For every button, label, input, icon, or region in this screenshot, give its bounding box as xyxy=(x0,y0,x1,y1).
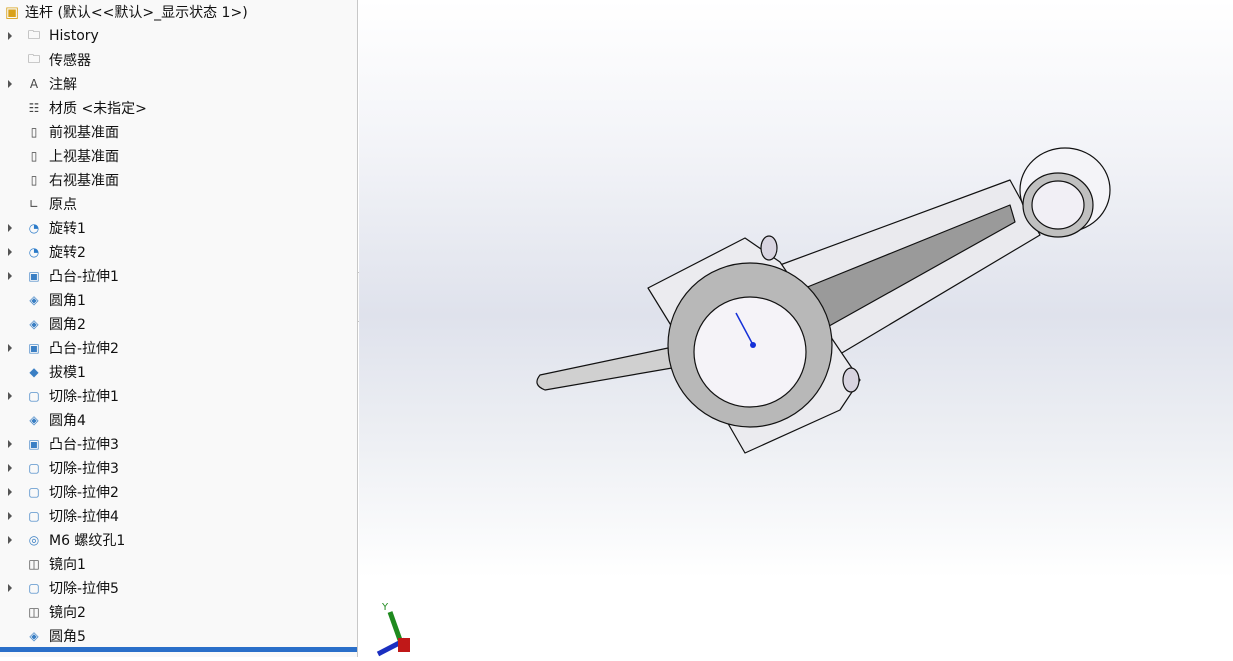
tree-item-label: M6 螺纹孔1 xyxy=(49,533,126,549)
tree-item-label: 圆角4 xyxy=(49,413,86,429)
tree-item-label: 切除-拉伸2 xyxy=(49,485,119,501)
boss-extrude-icon: ▣ xyxy=(28,341,40,355)
plane-icon: ▯ xyxy=(30,173,38,187)
cut-extrude-icon: ▢ xyxy=(28,389,40,403)
expand-arrow-icon[interactable] xyxy=(8,584,12,592)
mirror-icon: ◫ xyxy=(28,557,40,571)
expand-arrow-icon[interactable] xyxy=(8,344,12,352)
tree-item-label: 切除-拉伸5 xyxy=(49,581,119,597)
annotation-folder-icon: A xyxy=(29,77,39,91)
tree-item-label: 原点 xyxy=(49,197,77,213)
fillet-icon: ◈ xyxy=(29,293,39,307)
tree-item-label: 注解 xyxy=(49,77,77,93)
view-triad: Y xyxy=(376,602,410,657)
tree-item-label: 切除-拉伸1 xyxy=(49,389,119,405)
expand-arrow-icon[interactable] xyxy=(8,224,12,232)
expand-arrow-icon[interactable] xyxy=(8,488,12,496)
tree-item-label: 上视基准面 xyxy=(49,149,119,165)
cut-extrude-icon: ▢ xyxy=(28,509,40,523)
expand-arrow-icon[interactable] xyxy=(8,440,12,448)
revolve-icon: ◔ xyxy=(28,245,40,259)
boss-extrude-icon: ▣ xyxy=(28,269,40,283)
tree-item-label: 凸台-拉伸2 xyxy=(49,341,119,357)
plane-icon: ▯ xyxy=(30,125,38,139)
material-icon: ☷ xyxy=(28,101,40,115)
expand-arrow-icon[interactable] xyxy=(8,512,12,520)
history-folder-icon: 🗀 xyxy=(27,27,40,42)
cut-extrude-icon: ▢ xyxy=(28,485,40,499)
sensor-folder-icon: 🗀 xyxy=(27,51,40,66)
graphics-viewport[interactable]: Y xyxy=(359,0,1233,657)
tree-item-label: 切除-拉伸4 xyxy=(49,509,119,525)
expand-arrow-icon[interactable] xyxy=(8,536,12,544)
tree-item-label: 旋转1 xyxy=(49,221,86,237)
fillet-icon: ◈ xyxy=(29,413,39,427)
rod-tail xyxy=(536,347,673,391)
part-icon: ▣ xyxy=(4,3,20,21)
tree-item-label: 凸台-拉伸3 xyxy=(49,437,119,453)
tree-item-label: 传感器 xyxy=(49,53,91,69)
tree-item-label: 旋转2 xyxy=(49,245,86,261)
tree-item-label: 材质 <未指定> xyxy=(49,101,147,117)
fillet-icon: ◈ xyxy=(29,629,39,643)
draft-icon: ◆ xyxy=(29,365,39,379)
part-title: 连杆 (默认<<默认>_显示状态 1>) xyxy=(25,5,248,21)
tree-item-label: 圆角5 xyxy=(49,629,86,645)
expand-arrow-icon[interactable] xyxy=(8,464,12,472)
expand-arrow-icon[interactable] xyxy=(8,32,12,40)
tree-item-label: 前视基准面 xyxy=(49,125,119,141)
tree-item-label: 圆角1 xyxy=(49,293,86,309)
hole-wizard-icon: ◎ xyxy=(28,533,40,547)
tree-item-label: 切除-拉伸3 xyxy=(49,461,119,477)
triad-y-label: Y xyxy=(381,602,389,613)
tree-item-label: 拔模1 xyxy=(49,365,86,381)
tree-item-label: 右视基准面 xyxy=(49,173,119,189)
tree-item-label: 镜向2 xyxy=(49,605,86,621)
tree-item-label: 镜向1 xyxy=(49,557,86,573)
tree-item-label: 凸台-拉伸1 xyxy=(49,269,119,285)
tree-bottom-bar xyxy=(0,647,357,652)
origin-icon: ∟ xyxy=(28,197,40,211)
tree-item-label: 圆角2 xyxy=(49,317,86,333)
cut-extrude-icon: ▢ xyxy=(28,461,40,475)
feature-manager-tree: ▣ 连杆 (默认<<默认>_显示状态 1>) 🗀 History 🗀 传感器 A 注解 ☷ 材… xyxy=(0,0,358,657)
fillet-icon: ◈ xyxy=(29,317,39,331)
expand-arrow-icon[interactable] xyxy=(8,272,12,280)
mirror-icon: ◫ xyxy=(28,605,40,619)
tree-item-label: History xyxy=(49,28,99,44)
boss-extrude-icon: ▣ xyxy=(28,437,40,451)
expand-arrow-icon[interactable] xyxy=(8,392,12,400)
expand-arrow-icon[interactable] xyxy=(8,248,12,256)
plane-icon: ▯ xyxy=(30,149,38,163)
expand-arrow-icon[interactable] xyxy=(8,80,12,88)
cut-extrude-icon: ▢ xyxy=(28,581,40,595)
connecting-rod-model: Y xyxy=(376,147,1111,657)
revolve-icon: ◔ xyxy=(28,221,40,235)
